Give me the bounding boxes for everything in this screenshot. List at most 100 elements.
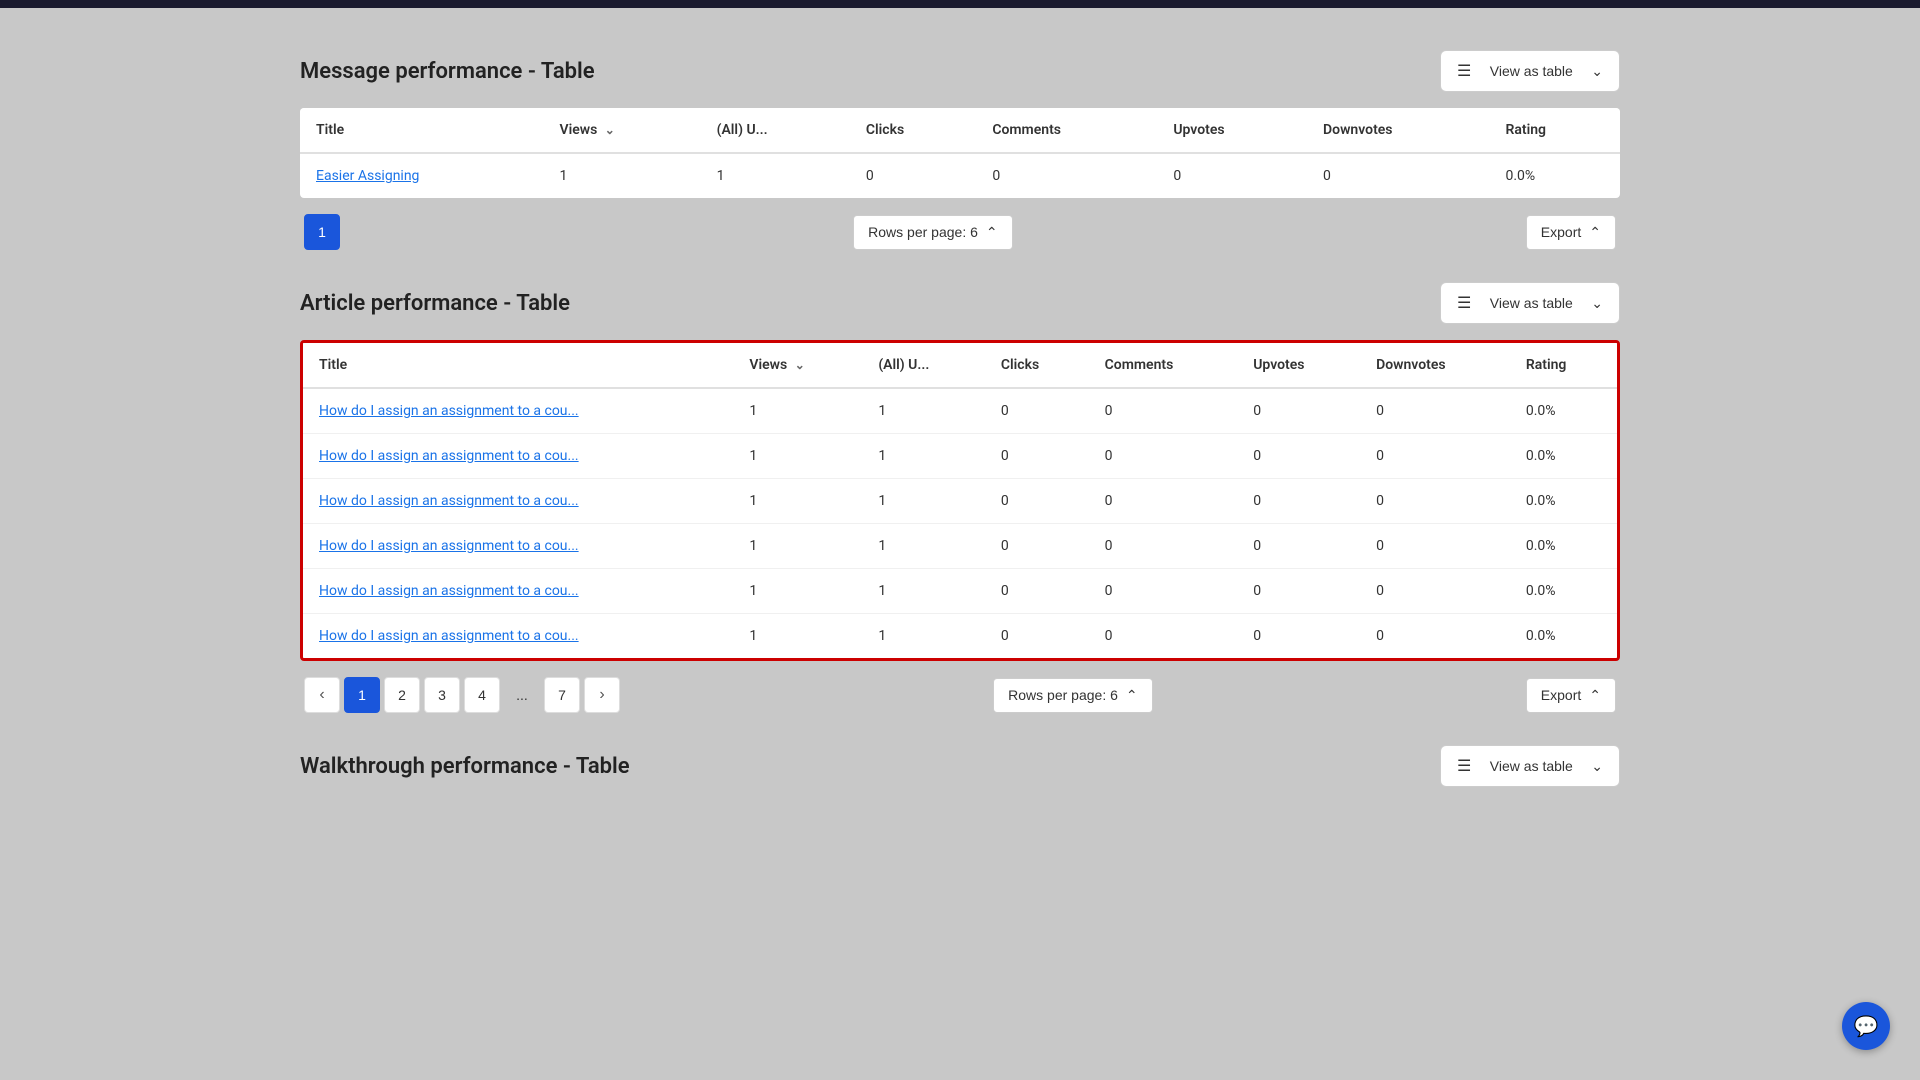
article-row-all-u: 1 [862,388,985,434]
article-chevron-up-icon: ⌃ [1126,687,1138,704]
article-row-all-u: 1 [862,524,985,569]
article-page-4-button[interactable]: 4 [464,677,500,713]
chevron-up-icon: ⌃ [986,224,998,241]
col-rating: Rating [1489,108,1620,153]
article-page-2-button[interactable]: 2 [384,677,420,713]
col-all-u: (All) U... [701,108,850,153]
table-icon-3: ☰ [1457,756,1471,776]
article-row-clicks: 0 [985,479,1089,524]
article-row-downvotes: 0 [1360,434,1510,479]
table-icon: ☰ [1457,61,1471,81]
article-page-1-button[interactable]: 1 [344,677,380,713]
article-view-as-table-button[interactable]: ☰ View as table ⌄ [1440,282,1620,324]
walkthrough-view-as-table-button[interactable]: ☰ View as table ⌄ [1440,745,1620,787]
article-row-views: 1 [733,569,862,614]
article-export-label: Export [1541,687,1581,703]
col-downvotes: Downvotes [1307,108,1489,153]
article-export-button[interactable]: Export ⌃ [1526,678,1616,713]
article-col-all-u: (All) U... [862,343,985,388]
article-row-views: 1 [733,614,862,659]
chat-bubble-button[interactable]: 💬 [1842,1002,1890,1050]
col-views[interactable]: Views ⌄ [544,108,701,153]
article-page-3-button[interactable]: 3 [424,677,460,713]
article-table-header-row: Title Views ⌄ (All) U... Clicks Comments… [303,343,1617,388]
message-page-1-button[interactable]: 1 [304,214,340,250]
article-row-title: How do I assign an assignment to a cou..… [303,614,733,659]
message-row-rating: 0.0% [1489,153,1620,198]
article-row-rating: 0.0% [1510,524,1617,569]
message-row-clicks: 0 [850,153,976,198]
article-row-title: How do I assign an assignment to a cou..… [303,569,733,614]
article-table-row: How do I assign an assignment to a cou..… [303,569,1617,614]
walkthrough-performance-title: Walkthrough performance - Table [300,754,630,779]
article-row-clicks: 0 [985,569,1089,614]
article-row-downvotes: 0 [1360,614,1510,659]
message-view-as-table-label: View as table [1490,63,1573,79]
walkthrough-performance-section: Walkthrough performance - Table ☰ View a… [300,745,1620,787]
message-performance-header: Message performance - Table ☰ View as ta… [300,50,1620,92]
walkthrough-view-as-table-label: View as table [1490,758,1573,774]
message-export-button[interactable]: Export ⌃ [1526,215,1616,250]
article-rows-per-page-button[interactable]: Rows per page: 6 ⌃ [993,678,1152,713]
article-performance-title: Article performance - Table [300,291,570,316]
article-performance-header: Article performance - Table ☰ View as ta… [300,282,1620,324]
article-next-page-button[interactable]: › [584,677,620,713]
views-sort-icon: ⌄ [605,123,615,137]
message-row-downvotes: 0 [1307,153,1489,198]
message-row-all-u: 1 [701,153,850,198]
message-view-as-table-button[interactable]: ☰ View as table ⌄ [1440,50,1620,92]
article-row-upvotes: 0 [1237,388,1360,434]
export-chevron-up-icon: ⌃ [1589,224,1601,241]
article-col-upvotes: Upvotes [1237,343,1360,388]
article-row-rating: 0.0% [1510,388,1617,434]
article-row-comments: 0 [1089,524,1238,569]
article-view-as-table-label: View as table [1490,295,1573,311]
article-row-title: How do I assign an assignment to a cou..… [303,388,733,434]
article-col-downvotes: Downvotes [1360,343,1510,388]
article-table-row: How do I assign an assignment to a cou..… [303,524,1617,569]
article-row-views: 1 [733,388,862,434]
article-row-comments: 0 [1089,569,1238,614]
col-clicks: Clicks [850,108,976,153]
article-col-views[interactable]: Views ⌄ [733,343,862,388]
article-row-all-u: 1 [862,479,985,524]
message-pagination-row: 1 Rows per page: 6 ⌃ Export ⌃ [300,214,1620,250]
message-table-row: Easier Assigning 1 1 0 0 0 0 0.0% [300,153,1620,198]
article-row-title: How do I assign an assignment to a cou..… [303,479,733,524]
table-icon-2: ☰ [1457,293,1471,313]
article-col-clicks: Clicks [985,343,1089,388]
article-row-all-u: 1 [862,434,985,479]
article-page-7-button[interactable]: 7 [544,677,580,713]
article-row-clicks: 0 [985,388,1089,434]
article-row-downvotes: 0 [1360,569,1510,614]
article-row-rating: 0.0% [1510,614,1617,659]
article-table-row: How do I assign an assignment to a cou..… [303,434,1617,479]
article-row-clicks: 0 [985,434,1089,479]
article-row-rating: 0.0% [1510,479,1617,524]
chevron-down-icon-3: ⌄ [1591,758,1603,775]
message-row-comments: 0 [976,153,1157,198]
article-row-comments: 0 [1089,614,1238,659]
article-col-comments: Comments [1089,343,1238,388]
article-row-all-u: 1 [862,614,985,659]
col-title: Title [300,108,544,153]
article-row-comments: 0 [1089,388,1238,434]
article-row-downvotes: 0 [1360,524,1510,569]
article-performance-section: Article performance - Table ☰ View as ta… [300,282,1620,713]
article-row-title: How do I assign an assignment to a cou..… [303,434,733,479]
article-performance-table: Title Views ⌄ (All) U... Clicks Comments… [303,343,1617,658]
article-row-all-u: 1 [862,569,985,614]
article-export-chevron-up-icon: ⌃ [1589,687,1601,704]
message-rows-per-page-label: Rows per page: 6 [868,224,978,240]
article-row-views: 1 [733,434,862,479]
message-row-upvotes: 0 [1157,153,1307,198]
article-prev-page-button[interactable]: ‹ [304,677,340,713]
article-row-downvotes: 0 [1360,479,1510,524]
article-pagination-row: ‹ 1 2 3 4 ... 7 › Rows per page: 6 ⌃ Exp… [300,677,1620,713]
article-col-title: Title [303,343,733,388]
col-upvotes: Upvotes [1157,108,1307,153]
message-rows-per-page-button[interactable]: Rows per page: 6 ⌃ [853,215,1012,250]
article-row-rating: 0.0% [1510,434,1617,479]
article-rows-per-page-label: Rows per page: 6 [1008,687,1118,703]
article-table-container: Title Views ⌄ (All) U... Clicks Comments… [300,340,1620,661]
